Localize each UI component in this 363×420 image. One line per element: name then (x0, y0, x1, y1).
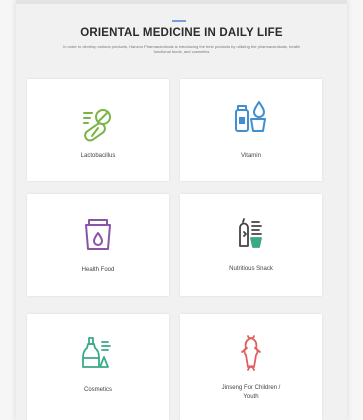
category-card-vitamin[interactable]: Vitamin (180, 79, 322, 181)
title-accent-line (172, 20, 186, 22)
lactobacillus-capsule-icon (83, 109, 111, 142)
category-card-nutritious-snack[interactable]: Nutritious Snack (180, 194, 322, 296)
page-title: ORIENTAL MEDICINE IN DAILY LIFE (80, 27, 283, 39)
page: ORIENTAL MEDICINE IN DAILY LIFE In order… (16, 0, 347, 420)
category-label: Vitamin (241, 153, 261, 159)
nutritious-snack-icon (239, 218, 262, 248)
category-label: Nutritious Snack (229, 266, 273, 272)
intro-description: In order to develop various products, Ha… (63, 44, 300, 54)
top-bar (16, 0, 347, 4)
vitamin-bottle-icon (235, 101, 266, 132)
category-card-lactobacillus[interactable]: Lactobacillus (27, 79, 169, 181)
ginseng-icon (241, 335, 261, 371)
category-card-health-food[interactable]: Health Food (27, 194, 169, 296)
category-card-jinseng[interactable]: Jinseng For Children / Youth (180, 314, 322, 420)
cosmetics-bottle-icon (82, 337, 111, 368)
category-label: Health Food (81, 267, 115, 273)
category-label: Cosmetics (83, 387, 112, 393)
health-food-basket-icon (85, 219, 111, 250)
category-label: Jinseng For Children / Youth (221, 385, 281, 400)
category-label: Lactobacillus (80, 153, 116, 159)
category-card-cosmetics[interactable]: Cosmetics (27, 314, 169, 420)
